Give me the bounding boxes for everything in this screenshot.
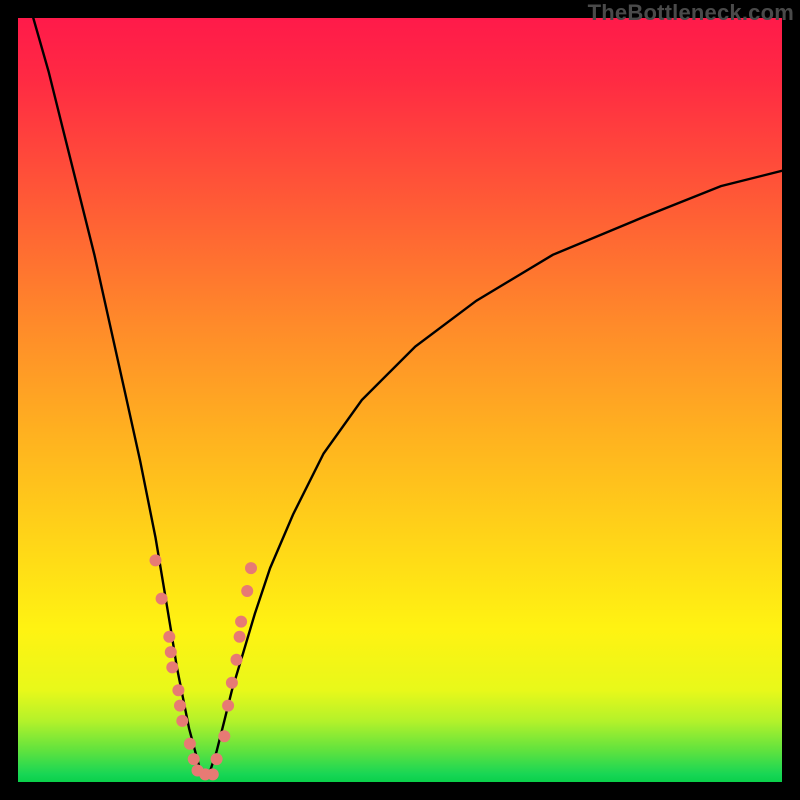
marker-dot: [174, 700, 186, 712]
marker-dot: [165, 646, 177, 658]
marker-dot: [235, 616, 247, 628]
watermark-text: TheBottleneck.com: [588, 0, 794, 26]
marker-dot: [211, 753, 223, 765]
marker-dot: [150, 554, 162, 566]
marker-dot: [172, 684, 184, 696]
marker-dot: [188, 753, 200, 765]
bottleneck-curve: [33, 18, 782, 774]
marker-dot: [156, 593, 168, 605]
marker-dot: [207, 768, 219, 780]
left-branch-line: [33, 18, 201, 774]
chart-frame: TheBottleneck.com: [0, 0, 800, 800]
marker-dot: [166, 661, 178, 673]
marker-dot: [245, 562, 257, 574]
marker-dot: [241, 585, 253, 597]
right-branch-line: [209, 171, 782, 775]
plot-area: [18, 18, 782, 782]
highlighted-points: [150, 554, 258, 780]
marker-dot: [226, 677, 238, 689]
marker-dot: [218, 730, 230, 742]
marker-dot: [234, 631, 246, 643]
marker-dot: [231, 654, 243, 666]
marker-dot: [163, 631, 175, 643]
curves-layer: [18, 18, 782, 782]
marker-dot: [222, 700, 234, 712]
marker-dot: [184, 738, 196, 750]
marker-dot: [176, 715, 188, 727]
